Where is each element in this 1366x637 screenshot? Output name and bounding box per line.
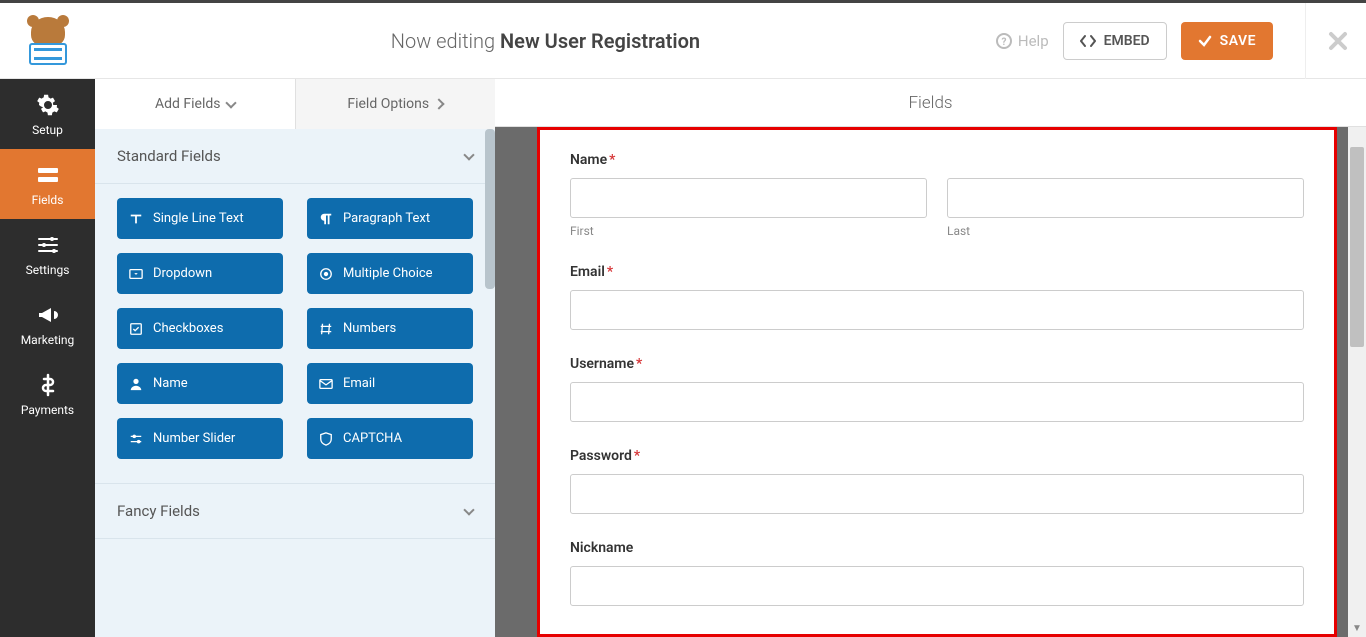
field-label: Username* [570, 356, 1304, 372]
field-name[interactable]: Name [117, 363, 283, 404]
fields-icon [36, 163, 60, 187]
tab-field-options[interactable]: Field Options [295, 79, 496, 129]
field-captcha[interactable]: CAPTCHA [307, 418, 473, 459]
section-fancy-fields[interactable]: Fancy Fields [95, 483, 495, 539]
dollar-icon [36, 373, 60, 397]
close-button[interactable] [1305, 3, 1348, 79]
chevron-right-icon [433, 98, 444, 109]
help-link[interactable]: ? Help [996, 32, 1049, 50]
chevron-down-icon [463, 149, 474, 160]
email-input[interactable] [570, 290, 1304, 330]
paragraph-icon [319, 212, 333, 226]
form-field-password[interactable]: Password* [570, 448, 1304, 514]
sublabel-last: Last [947, 224, 1304, 238]
svg-text:?: ? [1001, 37, 1006, 48]
field-label: Name* [570, 152, 1304, 168]
field-email[interactable]: Email [307, 363, 473, 404]
checkbox-icon [129, 322, 143, 336]
logo[interactable] [0, 3, 95, 78]
embed-button[interactable]: EMBED [1063, 22, 1167, 60]
form-field-nickname[interactable]: Nickname [570, 540, 1304, 606]
main-scrollbar-track[interactable]: ▲ ▼ [1348, 127, 1366, 637]
scroll-down-icon[interactable]: ▼ [1348, 619, 1366, 637]
user-icon [129, 377, 143, 391]
fields-panel: Add Fields Field Options Standard Fields… [95, 79, 495, 637]
standard-fields-grid: Single Line Text Paragraph Text Dropdown… [95, 184, 495, 483]
form-field-username[interactable]: Username* [570, 356, 1304, 422]
password-input[interactable] [570, 474, 1304, 514]
tab-add-fields[interactable]: Add Fields [95, 79, 295, 129]
field-number-slider[interactable]: Number Slider [117, 418, 283, 459]
username-input[interactable] [570, 382, 1304, 422]
sidenav-item-marketing[interactable]: Marketing [0, 289, 95, 359]
hash-icon [319, 322, 333, 336]
save-button[interactable]: SAVE [1181, 22, 1273, 60]
field-single-line-text[interactable]: Single Line Text [117, 198, 283, 239]
close-icon [1328, 31, 1348, 51]
chevron-down-icon [463, 504, 474, 515]
last-name-input[interactable] [947, 178, 1304, 218]
main-scrollbar-thumb[interactable] [1350, 147, 1364, 347]
section-standard-fields[interactable]: Standard Fields [95, 129, 495, 184]
shield-icon [319, 432, 333, 446]
panel-scrollbar[interactable] [485, 129, 495, 289]
main-area: Fields Name* First Last [495, 79, 1366, 637]
sidenav-item-settings[interactable]: Settings [0, 219, 95, 289]
sidenav-item-fields[interactable]: Fields [0, 149, 95, 219]
radio-icon [319, 267, 333, 281]
top-actions: ? Help EMBED SAVE [996, 3, 1348, 79]
slider-icon [129, 432, 143, 446]
sidenav: Setup Fields Settings Marketing Payments [0, 79, 95, 637]
field-multiple-choice[interactable]: Multiple Choice [307, 253, 473, 294]
form-field-email[interactable]: Email* [570, 264, 1304, 330]
main-header: Fields [495, 79, 1366, 127]
dropdown-icon [129, 267, 143, 281]
page-title: Now editing New User Registration [95, 29, 996, 53]
panel-tabs: Add Fields Field Options [95, 79, 495, 129]
sidenav-item-payments[interactable]: Payments [0, 359, 95, 429]
sublabel-first: First [570, 224, 927, 238]
wpforms-logo-icon [21, 17, 75, 65]
envelope-icon [319, 377, 333, 391]
sliders-icon [36, 233, 60, 257]
nickname-input[interactable] [570, 566, 1304, 606]
sidenav-item-setup[interactable]: Setup [0, 79, 95, 149]
field-label: Email* [570, 264, 1304, 280]
field-dropdown[interactable]: Dropdown [117, 253, 283, 294]
panel-body: Standard Fields Single Line Text Paragra… [95, 129, 495, 637]
field-label: Nickname [570, 540, 1304, 556]
code-icon [1080, 34, 1096, 48]
gear-icon [36, 93, 60, 117]
topbar: Now editing New User Registration ? Help… [0, 3, 1366, 79]
check-icon [1198, 34, 1212, 48]
field-paragraph-text[interactable]: Paragraph Text [307, 198, 473, 239]
form-field-name[interactable]: Name* First Last [570, 152, 1304, 238]
field-numbers[interactable]: Numbers [307, 308, 473, 349]
main-body: Name* First Last [495, 127, 1366, 637]
help-icon: ? [996, 33, 1012, 49]
form-preview: Name* First Last [537, 127, 1337, 637]
chevron-down-icon [225, 97, 236, 108]
field-label: Password* [570, 448, 1304, 464]
first-name-input[interactable] [570, 178, 927, 218]
field-checkboxes[interactable]: Checkboxes [117, 308, 283, 349]
form-preview-wrap: Name* First Last [537, 127, 1337, 637]
text-icon [129, 212, 143, 226]
bullhorn-icon [36, 303, 60, 327]
